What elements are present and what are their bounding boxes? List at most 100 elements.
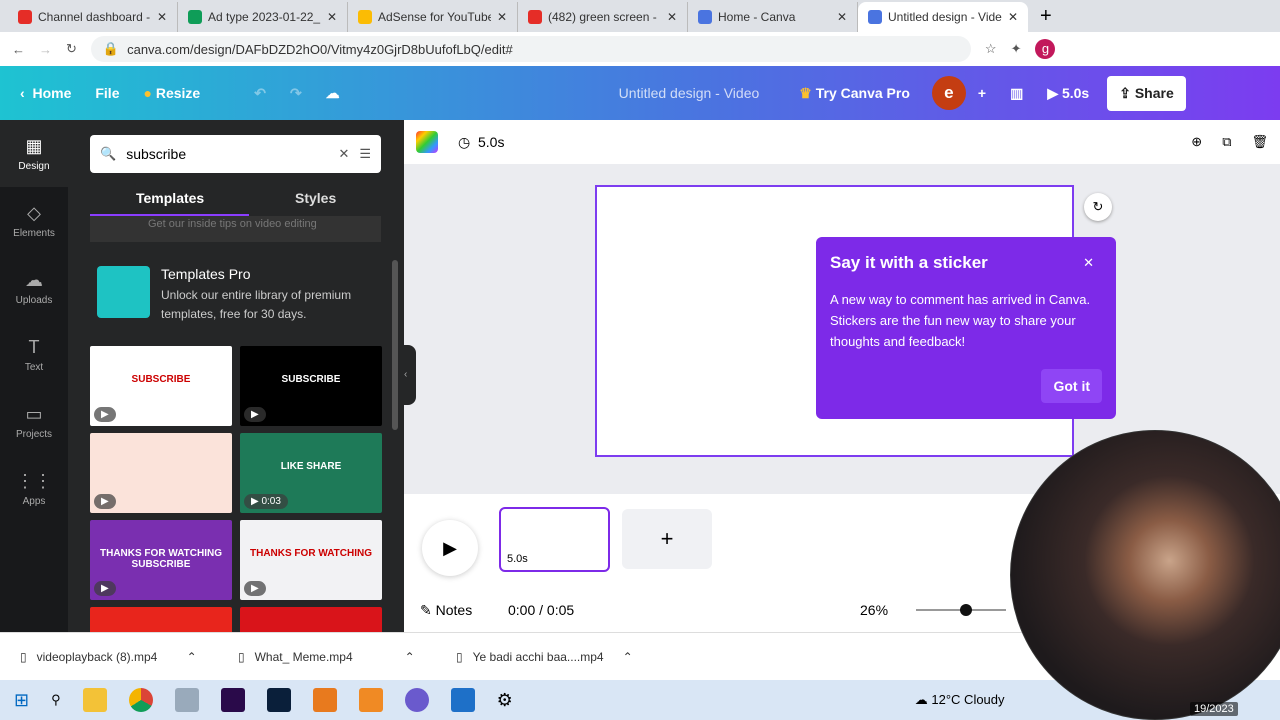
profile-avatar[interactable]: g	[1035, 39, 1056, 59]
play-button[interactable]: ▶	[422, 520, 478, 576]
template-thumbnail[interactable]: SUBSCRIBE ▶	[240, 346, 382, 426]
search-input[interactable]	[126, 146, 329, 162]
rail-item-uploads[interactable]: ☁ Uploads	[0, 254, 68, 321]
extensions-icon[interactable]: ✦	[1011, 41, 1022, 57]
premiere-icon[interactable]	[220, 688, 245, 712]
filter-icon[interactable]: ☰	[359, 146, 371, 162]
zoom-slider-handle[interactable]	[960, 604, 973, 616]
url-field[interactable]: 🔒 canva.com/design/DAFbDZD2hO0/Vitmy4z0Gj…	[90, 36, 971, 62]
close-tab-icon[interactable]: ✕	[327, 10, 337, 24]
template-thumbnail[interactable]	[240, 607, 382, 632]
file-menu[interactable]: File	[83, 85, 131, 101]
close-tab-icon[interactable]: ✕	[497, 10, 507, 24]
got-it-button[interactable]: Got it	[1041, 369, 1102, 403]
play-icon: ▶	[94, 581, 116, 596]
delete-page-icon[interactable]: 🗑	[1251, 134, 1268, 150]
color-picker-icon[interactable]	[416, 131, 438, 153]
new-tab-icon[interactable]: +	[1028, 5, 1064, 32]
thumbnail-text: SUBSCRIBE	[281, 374, 341, 385]
vlc-icon[interactable]	[358, 688, 383, 712]
tab-styles[interactable]: Styles	[295, 190, 336, 206]
tab-templates[interactable]: Templates	[136, 190, 204, 206]
zoom-slider[interactable]	[916, 604, 1006, 616]
illustrator-icon[interactable]	[312, 688, 337, 712]
undo-icon[interactable]: ↶	[242, 85, 278, 102]
template-thumbnail[interactable]: SUBSCRIBE ▶	[90, 346, 232, 426]
share-button[interactable]: ⇪ Share	[1107, 75, 1186, 111]
thumbnail-text: THANKS FOR WATCHING	[249, 548, 373, 559]
download-item[interactable]: ▯ videoplayback (8).mp4 ⌃	[0, 650, 218, 664]
add-page-icon[interactable]: ⊕	[1191, 134, 1202, 150]
rail-item-design[interactable]: ▦ Design	[0, 120, 68, 187]
chevron-up-icon[interactable]: ⌃	[623, 650, 633, 664]
template-thumbnail[interactable]: THANKS FOR WATCHING SUBSCRIBE ▶	[90, 520, 232, 600]
avatar[interactable]: e	[931, 76, 966, 110]
close-tab-icon[interactable]: ✕	[1008, 10, 1018, 24]
chevron-up-icon[interactable]: ⌃	[405, 650, 415, 664]
rail-item-projects[interactable]: ▭ Projects	[0, 388, 68, 455]
home-button[interactable]: ‹ Home	[0, 85, 83, 101]
collapse-panel-handle[interactable]: ‹	[404, 345, 416, 405]
search-icon[interactable]: ⚲	[51, 692, 61, 708]
design-title[interactable]: Untitled design - Video	[607, 85, 772, 101]
redo-icon[interactable]: ↷	[278, 85, 314, 102]
promo-title: Templates Pro	[161, 266, 251, 282]
template-thumbnail[interactable]	[90, 607, 232, 632]
chrome-icon[interactable]	[128, 688, 153, 712]
template-thumbnail[interactable]: THANKS FOR WATCHING ▶	[240, 520, 382, 600]
comment-sticker-icon[interactable]: ↻	[1084, 193, 1112, 221]
thumbnail-text: LIKE SHARE	[280, 461, 342, 472]
browser-tab[interactable]: AdSense for YouTube ✕	[348, 2, 518, 32]
close-tab-icon[interactable]: ✕	[157, 10, 167, 24]
play-preview-button[interactable]: ▶ 5.0s	[1035, 85, 1101, 102]
rail-item-text[interactable]: T Text	[0, 321, 68, 388]
photoshop-icon[interactable]	[266, 688, 291, 712]
browser-tab[interactable]: Untitled design - Vide ✕	[858, 2, 1028, 32]
template-thumbnail[interactable]: ▶	[90, 433, 232, 513]
webcam-overlay	[1010, 430, 1280, 720]
templates-pro-promo[interactable]: Templates Pro Unlock our entire library …	[97, 266, 387, 324]
windows-start-icon[interactable]: ⊞	[14, 690, 29, 711]
clear-icon[interactable]: ✕	[338, 146, 349, 162]
close-tab-icon[interactable]: ✕	[667, 10, 677, 24]
browser-tab[interactable]: Channel dashboard - ✕	[8, 2, 178, 32]
browser-tab[interactable]: (482) green screen - ✕	[518, 2, 688, 32]
template-thumbnail[interactable]: LIKE SHARE ▶ 0:03	[240, 433, 382, 513]
duplicate-page-icon[interactable]: ⧉	[1222, 134, 1231, 150]
reload-icon[interactable]: ↻	[66, 41, 77, 57]
add-clip-button[interactable]: +	[622, 509, 712, 569]
close-icon[interactable]: ✕	[1083, 255, 1094, 271]
play-icon: ▶	[94, 407, 116, 422]
rail-item-apps[interactable]: ⋮⋮ Apps	[0, 455, 68, 522]
try-pro-button[interactable]: ♛ Try Canva Pro	[787, 85, 922, 102]
panel-scrollbar[interactable]	[392, 260, 398, 430]
download-item[interactable]: ▯ Ye badi acchi baa....mp4 ⌃	[436, 650, 654, 664]
chevron-up-icon[interactable]: ⌃	[187, 650, 197, 664]
canva-header: ‹ Home File ● Resize ↶ ↷ ☁ Untitled desi…	[0, 66, 1280, 120]
download-item[interactable]: ▯ What_ Meme.mp4 ⌃	[218, 650, 436, 664]
resize-button[interactable]: ● Resize	[131, 85, 212, 101]
browser-tab[interactable]: Ad type 2023-01-22_ ✕	[178, 2, 348, 32]
rail-item-elements[interactable]: ◇ Elements	[0, 187, 68, 254]
duration-button[interactable]: ◷ 5.0s	[458, 134, 504, 151]
close-tab-icon[interactable]: ✕	[837, 10, 847, 24]
notes-button[interactable]: ✎ Notes	[420, 602, 472, 619]
browser-tab[interactable]: Home - Canva ✕	[688, 2, 858, 32]
popup-body: A new way to comment has arrived in Canv…	[830, 292, 1091, 349]
back-icon[interactable]: ←	[12, 42, 25, 57]
app-icon[interactable]	[174, 688, 199, 712]
forward-icon[interactable]: →	[39, 42, 52, 57]
settings-icon[interactable]: ⚙	[497, 690, 513, 711]
timeline-clip[interactable]: 5.0s	[499, 507, 610, 572]
weather[interactable]: ☁ 12°C Cloudy	[915, 692, 1005, 708]
star-icon[interactable]: ☆	[985, 41, 997, 57]
insights-icon[interactable]: ▥	[998, 85, 1035, 102]
file-explorer-icon[interactable]	[82, 688, 107, 712]
media-icon[interactable]	[450, 688, 475, 712]
browser-icon[interactable]	[404, 688, 429, 712]
tab-title: (482) green screen -	[548, 10, 657, 24]
clipped-card[interactable]: Get our inside tips on video editing	[90, 216, 381, 242]
add-member-icon[interactable]: +	[966, 85, 998, 101]
search-box[interactable]: 🔍 ✕ ☰	[90, 135, 381, 173]
crown-icon: ♛	[799, 84, 812, 101]
